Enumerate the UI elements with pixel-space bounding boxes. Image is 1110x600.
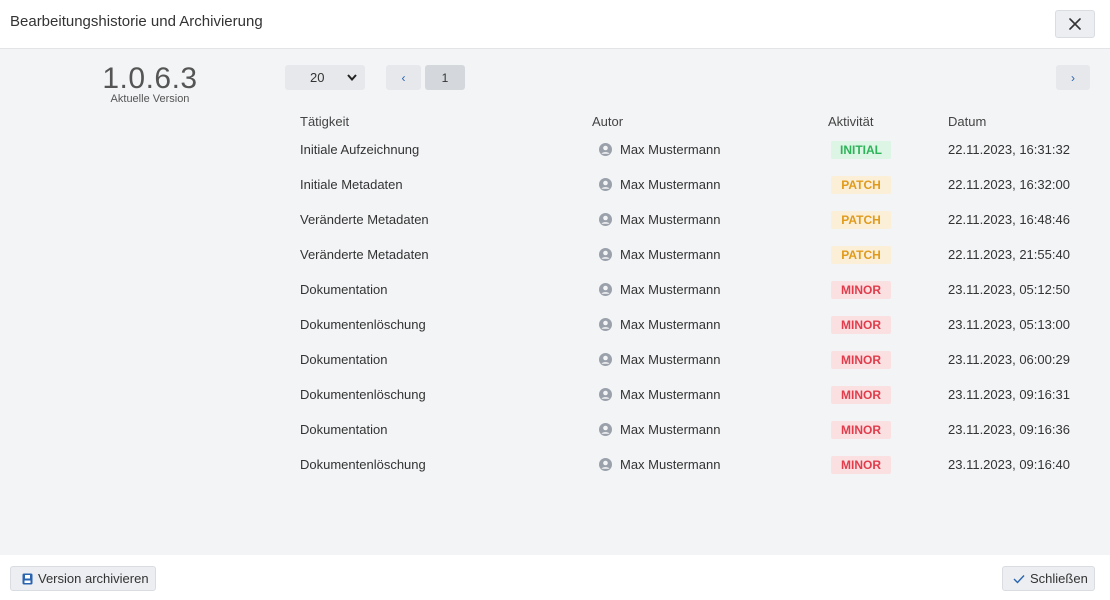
row-author-name: Max Mustermann	[620, 422, 721, 437]
close-icon	[1069, 18, 1081, 30]
row-date: 23.11.2023, 09:16:40	[948, 457, 1070, 472]
row-date: 22.11.2023, 16:48:46	[948, 212, 1070, 227]
row-activity: Initiale Aufzeichnung	[300, 142, 420, 157]
archive-version-label: Version archivieren	[38, 571, 149, 586]
row-date: 22.11.2023, 21:55:40	[948, 247, 1070, 262]
row-type-badge: MINOR	[831, 281, 891, 299]
row-date: 22.11.2023, 16:31:32	[948, 142, 1070, 157]
user-icon	[599, 423, 612, 436]
row-author: Max Mustermann	[599, 282, 720, 297]
version-label: Aktuelle Version	[110, 93, 190, 105]
row-type-badge: MINOR	[831, 316, 891, 334]
row-author: Max Mustermann	[599, 352, 720, 367]
table-row: Dokumentenlöschung Max Mustermann MINOR 23.…	[0, 316, 1110, 352]
column-header-author: Autor	[592, 114, 624, 129]
user-icon	[599, 318, 612, 331]
row-author-name: Max Mustermann	[620, 387, 721, 402]
user-icon	[599, 178, 612, 191]
table-row: Initiale Aufzeichnung Max Mustermann INITI…	[0, 141, 1110, 177]
row-activity: Dokumentenlöschung	[300, 387, 426, 402]
row-author: Max Mustermann	[599, 317, 720, 332]
row-type-badge: MINOR	[831, 386, 891, 404]
row-author-name: Max Mustermann	[620, 177, 721, 192]
row-author-name: Max Mustermann	[620, 352, 721, 367]
row-author: Max Mustermann	[599, 387, 720, 402]
row-date: 23.11.2023, 05:13:00	[948, 317, 1070, 332]
next-page-button[interactable]: ›	[1056, 65, 1090, 90]
row-activity: Veränderte Metadaten	[300, 212, 429, 227]
close-button[interactable]	[1055, 10, 1095, 38]
page-button-current[interactable]: 1	[425, 65, 465, 90]
chevron-right-icon: ›	[1071, 70, 1075, 85]
row-author: Max Mustermann	[599, 457, 720, 472]
user-icon	[599, 388, 612, 401]
table-row: Dokumentenlöschung Max Mustermann MINOR 23.…	[0, 456, 1110, 492]
save-icon	[22, 573, 33, 584]
check-icon	[1013, 574, 1025, 584]
row-author: Max Mustermann	[599, 422, 720, 437]
table-row: Initiale Metadaten Max Mustermann PATCH 22.…	[0, 176, 1110, 212]
row-type-badge: PATCH	[831, 176, 891, 194]
dialog-title: Bearbeitungshistorie und Archivierung	[10, 13, 263, 30]
row-type-badge: PATCH	[831, 211, 891, 229]
page-size-select[interactable]: 20	[285, 65, 365, 90]
close-dialog-button[interactable]: Schließen	[1002, 566, 1095, 591]
row-type-badge: MINOR	[831, 456, 891, 474]
column-header-type: Aktivität	[828, 114, 874, 129]
user-icon	[599, 248, 612, 261]
table-row: Veränderte Metadaten Max Mustermann PATCH 2…	[0, 211, 1110, 247]
table-row: Veränderte Metadaten Max Mustermann PATCH 2…	[0, 246, 1110, 282]
column-header-activity: Tätigkeit	[300, 114, 350, 129]
table-row: Dokumentenlöschung Max Mustermann MINOR 23.…	[0, 386, 1110, 422]
user-icon	[599, 213, 612, 226]
version-number: 1.0.6.3	[102, 62, 198, 95]
row-author-name: Max Mustermann	[620, 142, 721, 157]
row-author: Max Mustermann	[599, 247, 720, 262]
row-author: Max Mustermann	[599, 177, 720, 192]
row-author-name: Max Mustermann	[620, 212, 721, 227]
row-type-badge: MINOR	[831, 351, 891, 369]
row-type-badge: MINOR	[831, 421, 891, 439]
user-icon	[599, 283, 612, 296]
row-type-badge: PATCH	[831, 246, 891, 264]
row-author-name: Max Mustermann	[620, 247, 721, 262]
table-row: Dokumentation Max Mustermann MINOR 23.11.20…	[0, 421, 1110, 457]
close-dialog-label: Schließen	[1030, 571, 1088, 586]
row-author-name: Max Mustermann	[620, 457, 721, 472]
row-activity: Dokumentenlöschung	[300, 317, 426, 332]
archive-version-button[interactable]: Version archivieren	[10, 566, 156, 591]
user-icon	[599, 143, 612, 156]
row-date: 23.11.2023, 06:00:29	[948, 352, 1070, 367]
table-row: Dokumentation Max Mustermann MINOR 23.11.20…	[0, 281, 1110, 317]
row-activity: Dokumentation	[300, 282, 388, 297]
column-header-date: Datum	[948, 114, 987, 129]
row-activity: Veränderte Metadaten	[300, 247, 429, 262]
row-type-badge: INITIAL	[831, 141, 891, 159]
chevron-left-icon: ‹	[401, 70, 406, 85]
dialog-footer: Version archivieren Schließen	[0, 555, 1110, 600]
row-activity: Dokumentation	[300, 422, 388, 437]
row-author-name: Max Mustermann	[620, 282, 721, 297]
row-date: 22.11.2023, 16:32:00	[948, 177, 1070, 192]
page-number: 1	[441, 70, 449, 85]
page-size-value: 20	[310, 70, 325, 85]
row-author: Max Mustermann	[599, 212, 720, 227]
row-date: 23.11.2023, 09:16:36	[948, 422, 1070, 437]
dialog-header: Bearbeitungshistorie und Archivierung	[0, 0, 1110, 49]
history-panel: 1.0.6.3 Aktuelle Version 20 ‹ 1 › Tätigk…	[0, 49, 1110, 555]
prev-page-button[interactable]: ‹	[386, 65, 421, 90]
row-date: 23.11.2023, 05:12:50	[948, 282, 1070, 297]
version-info: 1.0.6.3 Aktuelle Version	[100, 62, 200, 106]
chevron-down-icon	[347, 74, 357, 81]
user-icon	[599, 458, 612, 471]
row-author: Max Mustermann	[599, 142, 720, 157]
user-icon	[599, 353, 612, 366]
row-date: 23.11.2023, 09:16:31	[948, 387, 1070, 402]
row-author-name: Max Mustermann	[620, 317, 721, 332]
table-row: Dokumentation Max Mustermann MINOR 23.11.20…	[0, 351, 1110, 387]
row-activity: Dokumentation	[300, 352, 388, 367]
row-activity: Dokumentenlöschung	[300, 457, 426, 472]
row-activity: Initiale Metadaten	[300, 177, 403, 192]
